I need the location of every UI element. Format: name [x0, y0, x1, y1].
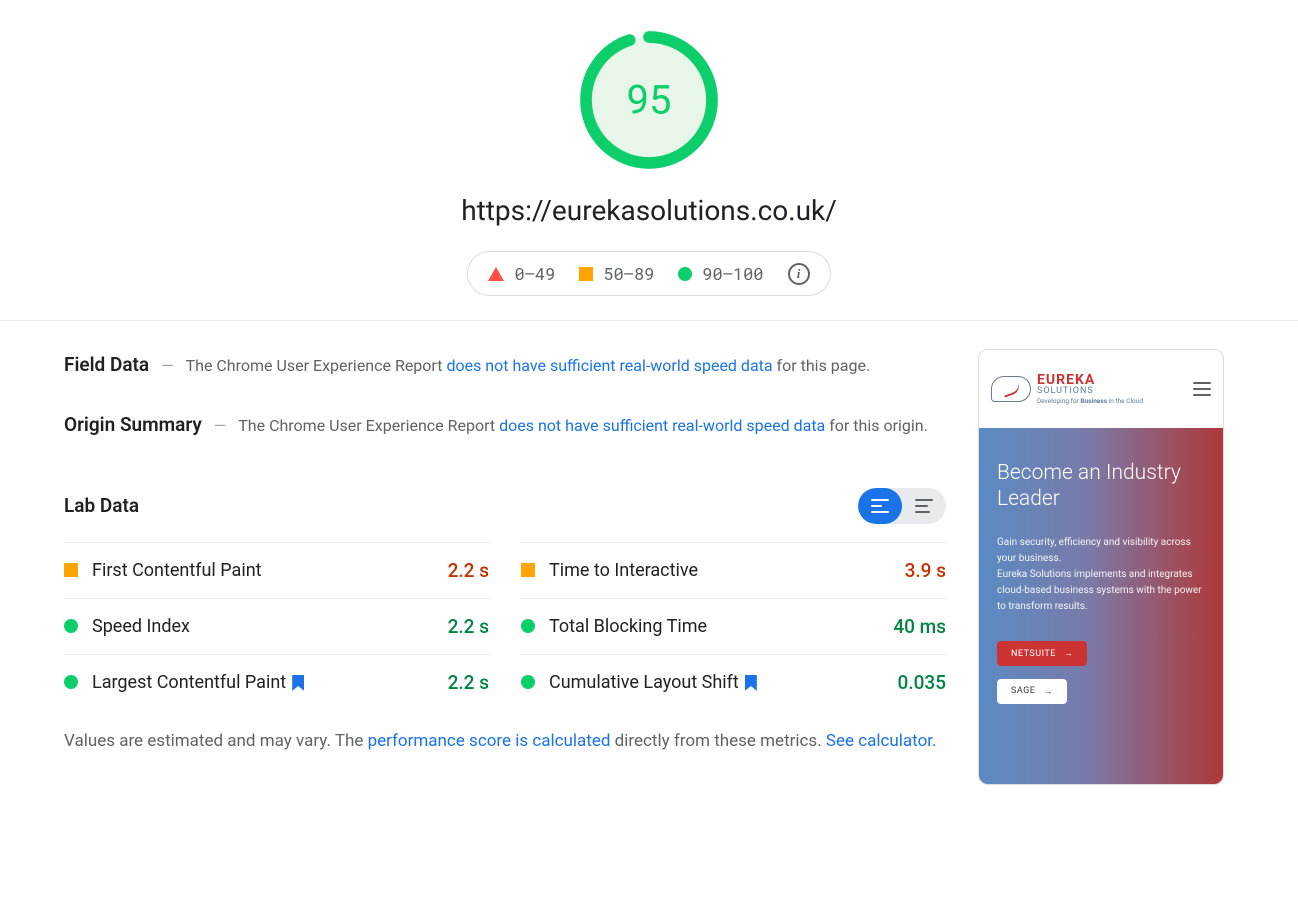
metrics-grid: First Contentful Paint 2.2 s Speed Index 2.…: [64, 542, 946, 710]
lab-data-header: Lab Data: [64, 488, 946, 524]
view-toggle: [858, 488, 946, 524]
circle-green-icon: [521, 675, 535, 689]
origin-summary-title: Origin Summary: [64, 413, 202, 436]
preview-logo: EUREKA SOLUTIONS Developing for Business…: [991, 373, 1143, 405]
metric-name: First Contentful Paint: [92, 560, 262, 581]
hamburger-icon: [1193, 382, 1211, 396]
metric-name: Time to Interactive: [549, 560, 698, 581]
lines-expanded-icon: [871, 499, 889, 513]
tested-url: https://eurekasolutions.co.uk/: [0, 194, 1298, 227]
hero-description: Gain security, efficiency and visibility…: [997, 535, 1205, 615]
metric-name: Cumulative Layout Shift: [549, 672, 757, 693]
hero-title: Become an Industry Leader: [997, 460, 1205, 513]
score-gauge: 95: [579, 30, 719, 170]
preview-hero: Become an Industry Leader Gain security,…: [979, 428, 1223, 785]
toggle-expanded-button[interactable]: [858, 488, 902, 524]
metric-value: 2.2 s: [448, 671, 489, 694]
arrow-right-icon: →: [1043, 686, 1053, 697]
legend-average: 50–89: [579, 262, 654, 285]
bookmark-icon: [292, 675, 304, 691]
field-data-suffix: for this page.: [773, 356, 871, 375]
page-screenshot: EUREKA SOLUTIONS Developing for Business…: [978, 349, 1224, 785]
metrics-column-2: Time to Interactive 3.9 s Total Blocking T…: [521, 542, 946, 710]
netsuite-button: NETSUITE→: [997, 641, 1087, 666]
origin-link[interactable]: does not have sufficient real-world spee…: [499, 416, 825, 435]
logo-line-1: EUREKA: [1037, 373, 1143, 387]
separator: —: [161, 356, 174, 375]
field-data-link[interactable]: does not have sufficient real-world spee…: [446, 356, 772, 375]
calc-link-1[interactable]: performance score is calculated: [368, 731, 611, 751]
circle-green-icon: [521, 619, 535, 633]
metric-value: 2.2 s: [448, 559, 489, 582]
legend-poor: 0–49: [488, 262, 555, 285]
metric-value: 2.2 s: [448, 615, 489, 638]
preview-frame: EUREKA SOLUTIONS Developing for Business…: [978, 349, 1224, 785]
score-legend: 0–49 50–89 90–100 i: [467, 251, 830, 296]
metric-name: Total Blocking Time: [549, 616, 707, 637]
logo-text: EUREKA SOLUTIONS Developing for Business…: [1037, 373, 1143, 405]
metric-row[interactable]: Time to Interactive 3.9 s: [521, 542, 946, 598]
metric-row[interactable]: Largest Contentful Paint 2.2 s: [64, 654, 489, 710]
hero-buttons: NETSUITE→ SAGE→: [997, 641, 1205, 716]
legend-good: 90–100: [678, 262, 763, 285]
lab-data-title: Lab Data: [64, 494, 139, 517]
cloud-icon: [991, 376, 1031, 402]
metric-row[interactable]: Total Blocking Time 40 ms: [521, 598, 946, 654]
separator: —: [214, 416, 227, 435]
metric-name: Speed Index: [92, 616, 190, 637]
sage-button: SAGE→: [997, 679, 1067, 704]
arrow-right-icon: →: [1064, 648, 1074, 659]
field-data-prefix: The Chrome User Experience Report: [186, 356, 447, 375]
origin-summary-section: Origin Summary — The Chrome User Experie…: [64, 409, 946, 441]
score-value: 95: [627, 77, 672, 124]
legend-good-label: 90–100: [702, 262, 763, 285]
legend-average-label: 50–89: [603, 262, 654, 285]
info-icon[interactable]: i: [788, 263, 810, 285]
legend-poor-label: 0–49: [514, 262, 555, 285]
origin-suffix: for this origin.: [825, 416, 928, 435]
footer-text-1: Values are estimated and may vary. The: [64, 731, 368, 751]
metrics-column-1: First Contentful Paint 2.2 s Speed Index 2.…: [64, 542, 489, 710]
field-data-title: Field Data: [64, 353, 149, 376]
origin-prefix: The Chrome User Experience Report: [238, 416, 499, 435]
metric-value: 3.9 s: [905, 559, 946, 582]
metric-row[interactable]: Cumulative Layout Shift 0.035: [521, 654, 946, 710]
bookmark-icon: [745, 675, 757, 691]
square-orange-icon: [521, 563, 535, 577]
logo-tagline: Developing for Business in the Cloud: [1037, 398, 1143, 405]
square-orange-icon: [64, 563, 78, 577]
lines-compact-icon: [915, 499, 933, 513]
field-data-section: Field Data — The Chrome User Experience …: [64, 349, 946, 381]
circle-green-icon: [678, 267, 692, 281]
preview-site-header: EUREKA SOLUTIONS Developing for Business…: [979, 350, 1223, 428]
circle-green-icon: [64, 675, 78, 689]
metric-row[interactable]: First Contentful Paint 2.2 s: [64, 542, 489, 598]
square-orange-icon: [579, 267, 593, 281]
footer-text-2: directly from these metrics.: [610, 731, 825, 751]
circle-green-icon: [64, 619, 78, 633]
metric-value: 40 ms: [893, 615, 946, 638]
footer-note: Values are estimated and may vary. The p…: [64, 728, 946, 755]
logo-line-2: SOLUTIONS: [1037, 387, 1143, 396]
metric-name: Largest Contentful Paint: [92, 672, 304, 693]
calc-link-2[interactable]: See calculator.: [826, 731, 937, 751]
score-header: 95 https://eurekasolutions.co.uk/ 0–49 5…: [0, 0, 1298, 321]
metric-row[interactable]: Speed Index 2.2 s: [64, 598, 489, 654]
metric-value: 0.035: [898, 671, 946, 694]
triangle-red-icon: [488, 267, 504, 281]
toggle-compact-button[interactable]: [902, 488, 946, 524]
